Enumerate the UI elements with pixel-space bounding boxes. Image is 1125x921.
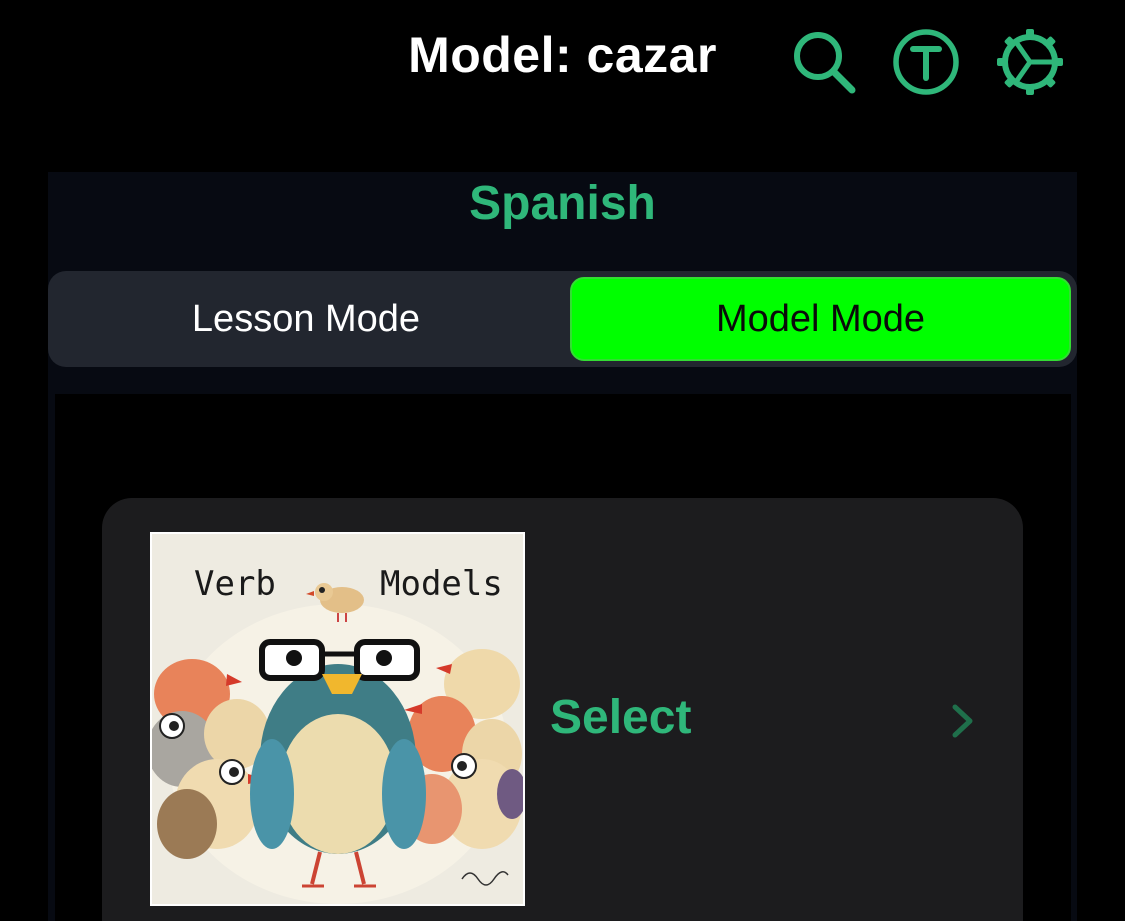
translate-t-icon[interactable] [892, 28, 960, 96]
lesson-mode-tab[interactable]: Lesson Mode [54, 277, 558, 361]
app-screen: Model: cazar Spanish Lesson Mode Model M… [0, 0, 1125, 921]
model-mode-tab[interactable]: Model Mode [570, 277, 1071, 361]
settings-gear-icon[interactable] [996, 28, 1064, 96]
language-title: Spanish [469, 177, 656, 230]
birds-illustration [152, 583, 523, 904]
search-icon[interactable] [790, 28, 858, 96]
verb-models-thumbnail[interactable]: Verb Models [150, 532, 525, 906]
chevron-right-icon[interactable] [950, 703, 976, 739]
mode-segmented-control: Lesson Mode Model Mode [48, 271, 1077, 367]
nav-header: Model: cazar [0, 0, 1125, 125]
select-button[interactable]: Select [550, 690, 691, 745]
